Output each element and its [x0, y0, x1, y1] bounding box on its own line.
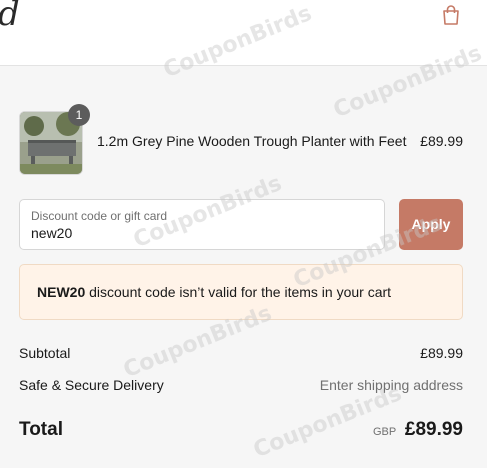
discount-field-label: Discount code or gift card: [31, 209, 168, 223]
total-label: Total: [19, 419, 63, 440]
delivery-value: Enter shipping address: [319, 377, 463, 393]
product-name: 1.2m Grey Pine Wooden Trough Planter wit…: [97, 133, 407, 149]
subtotal-value: £89.99: [420, 345, 463, 361]
discount-code-input[interactable]: Discount code or gift card new20: [19, 199, 385, 250]
subtotal-label: Subtotal: [19, 345, 71, 361]
discount-error-banner: NEW20 discount code isn’t valid for the …: [19, 264, 463, 320]
quantity-badge: 1: [68, 104, 90, 126]
total-amount: £89.99: [404, 419, 463, 440]
error-message: discount code isn’t valid for the items …: [89, 284, 392, 300]
apply-button[interactable]: Apply: [399, 199, 463, 250]
order-summary-panel: 1 1.2m Grey Pine Wooden Trough Planter w…: [0, 66, 487, 468]
error-discount-code: NEW20: [37, 284, 86, 300]
delivery-label: Safe & Secure Delivery: [19, 377, 164, 393]
total-currency: GBP: [373, 426, 397, 438]
discount-field-value[interactable]: new20: [31, 225, 72, 241]
shopping-bag-icon[interactable]: [440, 4, 462, 26]
store-logo[interactable]: d: [0, 0, 20, 34]
product-price: £89.99: [420, 133, 463, 149]
header: d: [0, 0, 487, 66]
